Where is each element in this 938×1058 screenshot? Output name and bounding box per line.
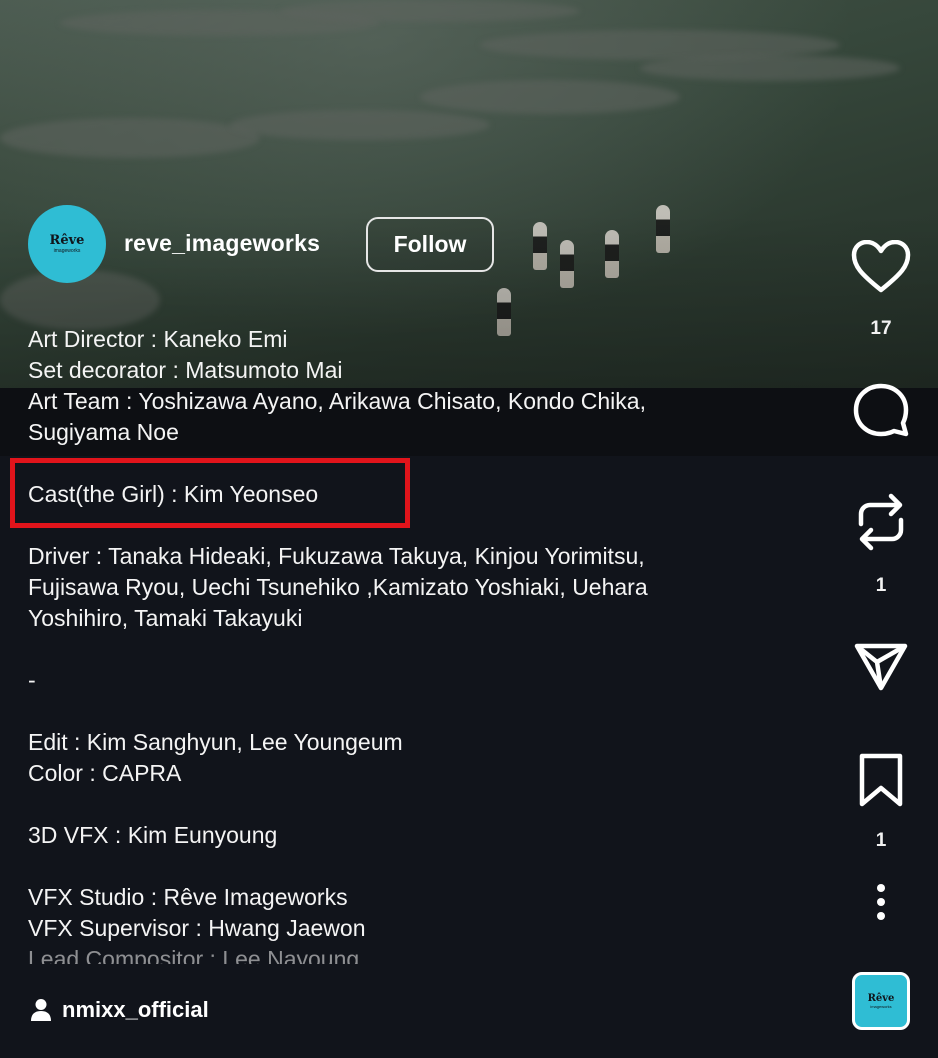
repost-icon (858, 493, 904, 551)
caption-line: Sugiyama Noe (28, 419, 179, 445)
audio-thumbnail[interactable]: Rêve imageworks (852, 972, 910, 1030)
avatar-logo-sub: imageworks (53, 248, 81, 254)
caption-line: Driver : Tanaka Hideaki, Fukuzawa Takuya… (28, 543, 645, 569)
avatar-logo: Rêve (49, 233, 85, 248)
caption-line: Yoshihiro, Tamaki Takayuki (28, 605, 303, 631)
person-icon (31, 999, 51, 1021)
like-button[interactable] (850, 238, 912, 296)
more-icon (877, 884, 885, 920)
save-count: 1 (875, 830, 887, 851)
share-button[interactable] (853, 640, 909, 692)
caption-blank (28, 634, 828, 665)
caption-line: Art Team : Yoshizawa Ayano, Arikawa Chis… (28, 388, 646, 414)
post-caption[interactable]: Art Director : Kaneko Emi Set decorator … (28, 324, 828, 964)
caption-blank (28, 789, 828, 820)
send-icon (854, 643, 908, 691)
caption-line: Fujisawa Ryou, Uechi Tsunehiko ,Kamizato… (28, 574, 648, 600)
bookmark-icon (859, 753, 903, 807)
like-count: 17 (870, 318, 892, 339)
save-button[interactable] (858, 752, 904, 808)
more-options-button[interactable] (866, 883, 896, 921)
follow-button[interactable]: Follow (366, 217, 494, 272)
tagged-username: nmixx_official (62, 997, 209, 1022)
caption-line: Set decorator : Matsumoto Mai (28, 357, 343, 383)
caption-line: - (28, 667, 36, 693)
caption-blank (28, 696, 828, 727)
caption-line: VFX Supervisor : Hwang Jaewon (28, 915, 366, 941)
caption-blank (28, 851, 828, 882)
audio-logo: Rêve (867, 992, 895, 1004)
audio-logo-sub: imageworks (870, 1003, 892, 1009)
caption-line: Color : CAPRA (28, 760, 182, 786)
repost-button[interactable] (853, 492, 909, 552)
highlight-box (10, 458, 410, 528)
caption-line: VFX Studio : Rêve Imageworks (28, 884, 348, 910)
heart-icon (851, 240, 911, 293)
tagged-user[interactable]: nmixx_official (30, 994, 209, 1026)
caption-line: Art Director : Kaneko Emi (28, 326, 288, 352)
account-avatar[interactable]: Rêve imageworks (28, 205, 106, 283)
caption-line: 3D VFX : Kim Eunyoung (28, 822, 278, 848)
comment-button[interactable] (852, 382, 910, 440)
caption-line: Edit : Kim Sanghyun, Lee Youngeum (28, 729, 403, 755)
comment-icon (853, 383, 909, 437)
account-username[interactable]: reve_imageworks (124, 230, 320, 257)
caption-line-truncated: Lead Compositor : Lee Nayoung (28, 946, 360, 964)
repost-count: 1 (875, 575, 887, 596)
